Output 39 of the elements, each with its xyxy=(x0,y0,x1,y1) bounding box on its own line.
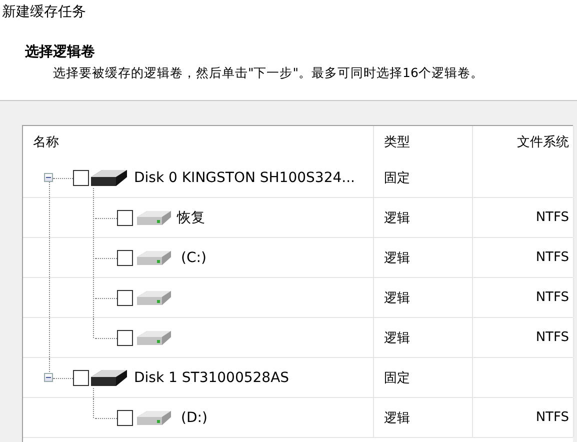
column-header[interactable]: 类型 xyxy=(384,133,410,151)
type-text: 逻辑 xyxy=(384,330,410,346)
section-title: 选择逻辑卷 xyxy=(25,43,95,61)
filesystem-text: NTFS xyxy=(536,330,569,345)
type-text: 逻辑 xyxy=(384,290,410,306)
drive-icon xyxy=(136,408,172,426)
checkbox[interactable] xyxy=(73,370,89,386)
window-title: 新建缓存任务 xyxy=(1,3,86,21)
checkbox[interactable] xyxy=(117,330,133,346)
disk-name: Disk 1 ST31000528AS xyxy=(134,370,290,386)
drive-icon xyxy=(136,328,172,346)
type-text: 固定 xyxy=(384,170,410,186)
hard-drive-icon xyxy=(90,368,128,388)
collapse-button[interactable] xyxy=(44,172,53,182)
volume-name: (C:) xyxy=(181,250,206,266)
disk-name: Disk 0 KINGSTON SH100S324... xyxy=(134,170,355,186)
volume-name: (D:) xyxy=(181,410,208,426)
filesystem-text: NTFS xyxy=(536,410,569,425)
volume-name: 恢复 xyxy=(177,208,205,226)
checkbox[interactable] xyxy=(73,170,89,186)
checkbox[interactable] xyxy=(117,410,133,426)
filesystem-text: NTFS xyxy=(536,210,569,225)
drive-icon xyxy=(136,288,172,306)
type-text: 固定 xyxy=(384,370,410,386)
checkbox[interactable] xyxy=(117,210,133,226)
filesystem-text: NTFS xyxy=(536,250,569,265)
filesystem-text: NTFS xyxy=(536,290,569,305)
checkbox[interactable] xyxy=(117,290,133,306)
type-text: 逻辑 xyxy=(384,250,410,266)
instruction-text: 选择要被缓存的逻辑卷，然后单击"下一步"。最多可同时选择16个逻辑卷。 xyxy=(53,65,484,82)
column-header[interactable]: 名称 xyxy=(33,133,59,151)
drive-icon xyxy=(136,248,172,266)
column-header[interactable]: 文件系统 xyxy=(517,133,569,151)
checkbox[interactable] xyxy=(117,250,133,266)
type-text: 逻辑 xyxy=(384,410,410,426)
collapse-button[interactable] xyxy=(44,372,53,382)
hard-drive-icon xyxy=(90,168,128,188)
type-text: 逻辑 xyxy=(384,210,410,226)
drive-icon xyxy=(136,208,172,226)
